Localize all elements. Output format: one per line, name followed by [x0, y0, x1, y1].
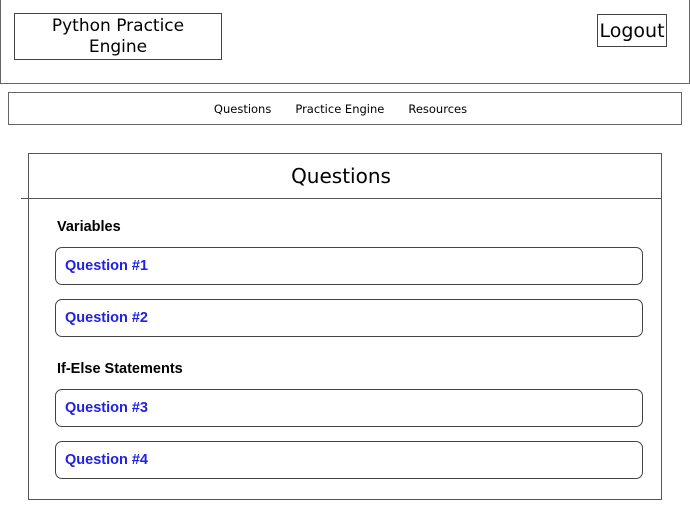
question-link-2[interactable]: Question #2 [65, 310, 148, 326]
question-card-4[interactable]: Question #4 [55, 441, 643, 479]
nav-item-resources[interactable]: Resources [408, 102, 467, 116]
app-title: Python Practice Engine [14, 13, 222, 60]
questions-panel: Questions Variables Question #1 Question… [21, 153, 662, 500]
nav-item-questions[interactable]: Questions [214, 102, 271, 116]
main-nav: Questions Practice Engine Resources [8, 92, 682, 125]
question-card-2[interactable]: Question #2 [55, 299, 643, 337]
nav-item-practice-engine[interactable]: Practice Engine [295, 102, 384, 116]
section-title-if-else: If-Else Statements [57, 361, 183, 377]
question-card-1[interactable]: Question #1 [55, 247, 643, 285]
question-link-1[interactable]: Question #1 [65, 258, 148, 274]
section-title-variables: Variables [57, 219, 121, 235]
panel-title: Questions [21, 154, 661, 199]
logout-button[interactable]: Logout [597, 14, 667, 47]
question-card-3[interactable]: Question #3 [55, 389, 643, 427]
question-link-3[interactable]: Question #3 [65, 400, 148, 416]
logout-label: Logout [599, 19, 665, 42]
panel-title-text: Questions [291, 164, 391, 188]
question-link-4[interactable]: Question #4 [65, 452, 148, 468]
app-title-text: Python Practice Engine [51, 15, 185, 57]
